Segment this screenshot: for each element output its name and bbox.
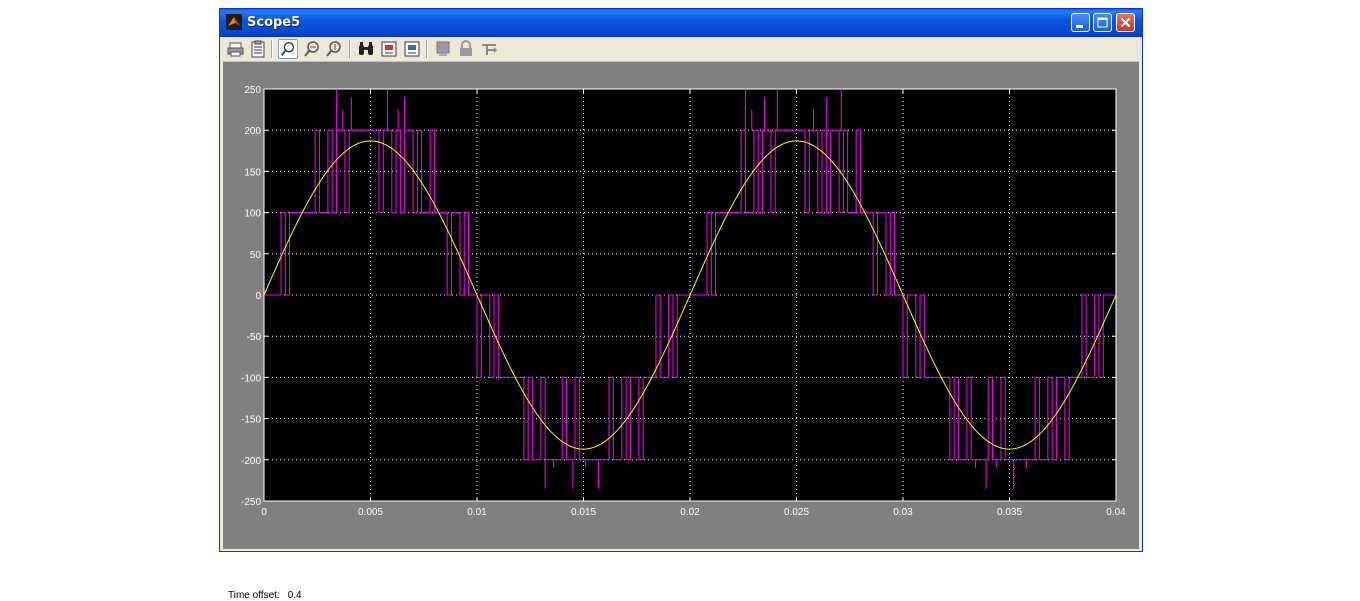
- time-offset-label: Time offset:: [228, 590, 280, 601]
- y-tick-label: 250: [244, 85, 261, 96]
- window-title: Scope5: [247, 15, 301, 30]
- plot-area: 0 0.005 0.01 0.015 0.02 0.025 0.03 0.035 0.04 250…: [223, 62, 1139, 601]
- scope-window: Scope5 0 0.005 0.01 0.015 0.02 0.025 0.0…: [219, 8, 1143, 601]
- y-tick-label: -50: [247, 332, 262, 343]
- maximize-icon: [1097, 17, 1108, 28]
- y-tick-label: 100: [244, 209, 261, 220]
- zoom-icon[interactable]: [278, 39, 298, 59]
- y-tick-label: -200: [241, 456, 261, 467]
- x-tick-label: 0.03: [893, 507, 913, 518]
- x-tick-label: 0.01: [467, 507, 487, 518]
- y-tick-label: -100: [241, 373, 261, 384]
- y-tick-label: 50: [250, 250, 262, 261]
- toolbar-separator: [426, 40, 428, 58]
- save-axes-icon[interactable]: [379, 39, 399, 59]
- y-tick-label: 200: [244, 126, 261, 137]
- zoom-y-icon[interactable]: [324, 39, 344, 59]
- time-offset-value: 0.4: [287, 590, 302, 601]
- x-tick-label: 0.005: [358, 507, 383, 518]
- x-tick-label: 0.035: [997, 507, 1022, 518]
- signal-selection-icon[interactable]: [479, 39, 499, 59]
- y-tick-label: 150: [244, 167, 261, 178]
- x-tick-label: 0.025: [784, 507, 809, 518]
- restore-axes-icon[interactable]: [402, 39, 422, 59]
- scope-chart[interactable]: 0 0.005 0.01 0.015 0.02 0.025 0.03 0.035 0.04 250…: [223, 62, 1139, 532]
- y-tick-label: -250: [241, 497, 261, 508]
- close-button[interactable]: [1116, 13, 1135, 32]
- floating-scope-icon[interactable]: [433, 39, 453, 59]
- status-bar: Time offset: 0.4: [228, 590, 302, 601]
- toolbar-separator: [349, 40, 351, 58]
- minimize-button[interactable]: [1071, 13, 1090, 32]
- autoscale-icon[interactable]: [356, 39, 376, 59]
- print-icon[interactable]: [226, 39, 246, 59]
- y-tick-label: -150: [241, 415, 261, 426]
- maximize-button[interactable]: [1093, 13, 1112, 32]
- minimize-icon: [1076, 25, 1083, 28]
- lock-axes-icon[interactable]: [456, 39, 476, 59]
- close-icon: [1120, 17, 1131, 28]
- toolbar-separator: [271, 40, 273, 58]
- zoom-x-icon[interactable]: [302, 39, 322, 59]
- parameters-icon[interactable]: [248, 39, 268, 59]
- x-tick-label: 0.02: [680, 507, 700, 518]
- x-tick-label: 0.015: [571, 507, 596, 518]
- matlab-icon: [226, 14, 242, 30]
- x-tick-label: 0.04: [1106, 507, 1126, 518]
- toolbar: [223, 37, 1139, 62]
- title-bar[interactable]: Scope5: [220, 9, 1142, 37]
- y-tick-label: 0: [255, 291, 261, 302]
- x-tick-label: 0: [261, 507, 267, 518]
